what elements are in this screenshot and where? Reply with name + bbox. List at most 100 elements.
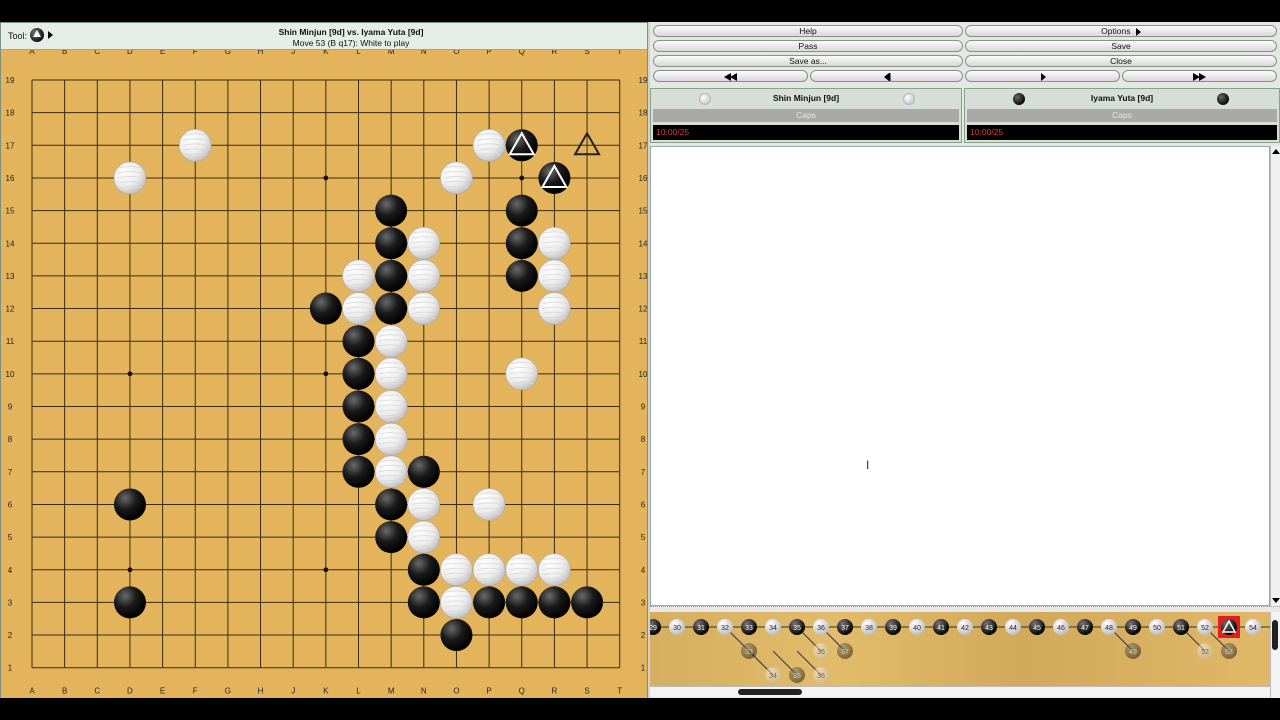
- column-label: Q: [519, 687, 525, 696]
- star-point: [323, 567, 329, 573]
- tree-node-label: 33: [745, 649, 753, 656]
- black-stone[interactable]: [473, 586, 506, 619]
- row-label: 4: [8, 566, 13, 575]
- tool-menu-arrow-icon[interactable]: [48, 31, 53, 39]
- star-point: [127, 371, 133, 377]
- black-stone[interactable]: [309, 292, 342, 325]
- row-label: 5: [641, 533, 646, 542]
- column-label: N: [421, 687, 427, 696]
- column-label: J: [291, 50, 295, 56]
- next-move-button[interactable]: [965, 70, 1120, 82]
- black-stone[interactable]: [342, 390, 375, 423]
- column-label: D: [127, 687, 133, 696]
- column-label: D: [127, 50, 133, 56]
- row-label: 9: [8, 403, 13, 412]
- tree-node-label: 36: [817, 625, 825, 632]
- black-stone[interactable]: [538, 586, 571, 619]
- rewind-icon: [724, 73, 737, 81]
- black-stone[interactable]: [505, 194, 538, 227]
- help-button[interactable]: Help: [653, 25, 963, 37]
- comment-area[interactable]: [650, 146, 1270, 606]
- row-label: 3: [8, 598, 13, 607]
- close-button[interactable]: Close: [965, 55, 1277, 67]
- pass-button[interactable]: Pass: [653, 40, 963, 52]
- black-stone[interactable]: [407, 455, 440, 488]
- tree-scroll-thumb[interactable]: [738, 689, 802, 695]
- black-stone[interactable]: [375, 292, 408, 325]
- tree-node-label: 37: [841, 625, 849, 632]
- row-label: 10: [6, 370, 15, 379]
- black-stone[interactable]: [342, 455, 375, 488]
- black-stone[interactable]: [407, 586, 440, 619]
- tree-horizontal-scrollbar[interactable]: [650, 686, 1270, 697]
- white-caps: Caps: [653, 109, 959, 122]
- black-stone[interactable]: [342, 325, 375, 358]
- black-stone[interactable]: [375, 521, 408, 554]
- tree-vertical-scrollbar[interactable]: [1270, 612, 1280, 698]
- row-label: 16: [6, 174, 15, 183]
- tree-vscroll-thumb[interactable]: [1272, 620, 1278, 650]
- go-board[interactable]: A A B B C C D D E E F F G G H H J J K K L L M M N N O O P P Q Q R R S S T T 19…: [1, 47, 648, 700]
- save-as-button[interactable]: Save as...: [653, 55, 963, 67]
- row-label: 19: [639, 76, 647, 85]
- tree-node-label: 46: [1057, 625, 1065, 632]
- column-label: F: [193, 50, 198, 56]
- black-stone[interactable]: [505, 227, 538, 260]
- black-stone[interactable]: [505, 259, 538, 292]
- black-stone[interactable]: [407, 553, 440, 586]
- game-tree-svg[interactable]: 29 30 31 32 33 34 35 36 37 38 39 40 41 42 43 44 45 46 47 48…: [650, 612, 1270, 688]
- scroll-down-icon[interactable]: [1272, 598, 1280, 603]
- row-label: 5: [8, 533, 13, 542]
- tree-node-label: 50: [1153, 625, 1161, 632]
- prev-move-button[interactable]: [810, 70, 963, 82]
- black-stone[interactable]: [375, 488, 408, 521]
- row-label: 7: [641, 468, 646, 477]
- tree-node-label: 44: [1009, 625, 1017, 632]
- tree-node-label: 52: [1201, 649, 1209, 656]
- black-stone[interactable]: [440, 619, 473, 652]
- game-tree[interactable]: 29 30 31 32 33 34 35 36 37 38 39 40 41 42 43 44 45 46 47 48…: [650, 612, 1270, 688]
- tree-node-label: 42: [961, 625, 969, 632]
- row-label: 14: [6, 239, 15, 248]
- game-status: Move 53 (B q17): White to play: [292, 38, 410, 48]
- column-label: M: [388, 687, 395, 696]
- black-player-box: Iyama Yuta [9d] Caps 10:00/25: [964, 88, 1280, 143]
- tree-node-label: 34: [769, 673, 777, 680]
- tree-node-label: 29: [650, 625, 657, 632]
- last-move-button[interactable]: [1122, 70, 1277, 82]
- tree-node-label: 40: [913, 625, 921, 632]
- row-label: 16: [639, 174, 647, 183]
- game-title: Shin Minjun [9d] vs. Iyama Yuta [9d]: [278, 27, 424, 37]
- black-stone[interactable]: [113, 586, 146, 619]
- column-label: E: [160, 50, 165, 56]
- comment-scrollbar[interactable]: [1270, 146, 1280, 606]
- black-stone[interactable]: [342, 357, 375, 390]
- black-stone[interactable]: [571, 586, 604, 619]
- scroll-up-icon[interactable]: [1272, 149, 1280, 154]
- step-back-icon: [884, 73, 891, 81]
- go-board-svg[interactable]: AABBCCDDEEFFGGHHJJKKLLMMNNOOPPQQRRSSTT19…: [1, 47, 648, 698]
- tree-node-label: 38: [865, 625, 873, 632]
- black-clock: 10:00/25: [967, 125, 1277, 140]
- row-label: 13: [639, 272, 647, 281]
- black-stone[interactable]: [505, 586, 538, 619]
- black-stone[interactable]: [342, 423, 375, 456]
- black-stone[interactable]: [375, 259, 408, 292]
- save-button[interactable]: Save: [965, 40, 1277, 52]
- step-forward-icon: [1041, 73, 1046, 81]
- options-button[interactable]: Options: [965, 25, 1277, 37]
- black-stone[interactable]: [113, 488, 146, 521]
- column-label: C: [94, 687, 100, 696]
- star-point: [127, 567, 133, 573]
- black-stone[interactable]: [375, 194, 408, 227]
- first-move-button[interactable]: [653, 70, 808, 82]
- row-label: 4: [641, 566, 646, 575]
- column-label: O: [453, 50, 459, 56]
- board-header: Tool: Shin Minjun [9d] vs. Iyama Yuta [9…: [1, 23, 647, 50]
- tree-node-label: 41: [937, 625, 945, 632]
- column-label: Q: [519, 50, 525, 56]
- row-label: 8: [8, 435, 13, 444]
- black-stone[interactable]: [375, 227, 408, 260]
- tree-node-label: 35: [793, 673, 801, 680]
- column-label: M: [388, 50, 395, 56]
